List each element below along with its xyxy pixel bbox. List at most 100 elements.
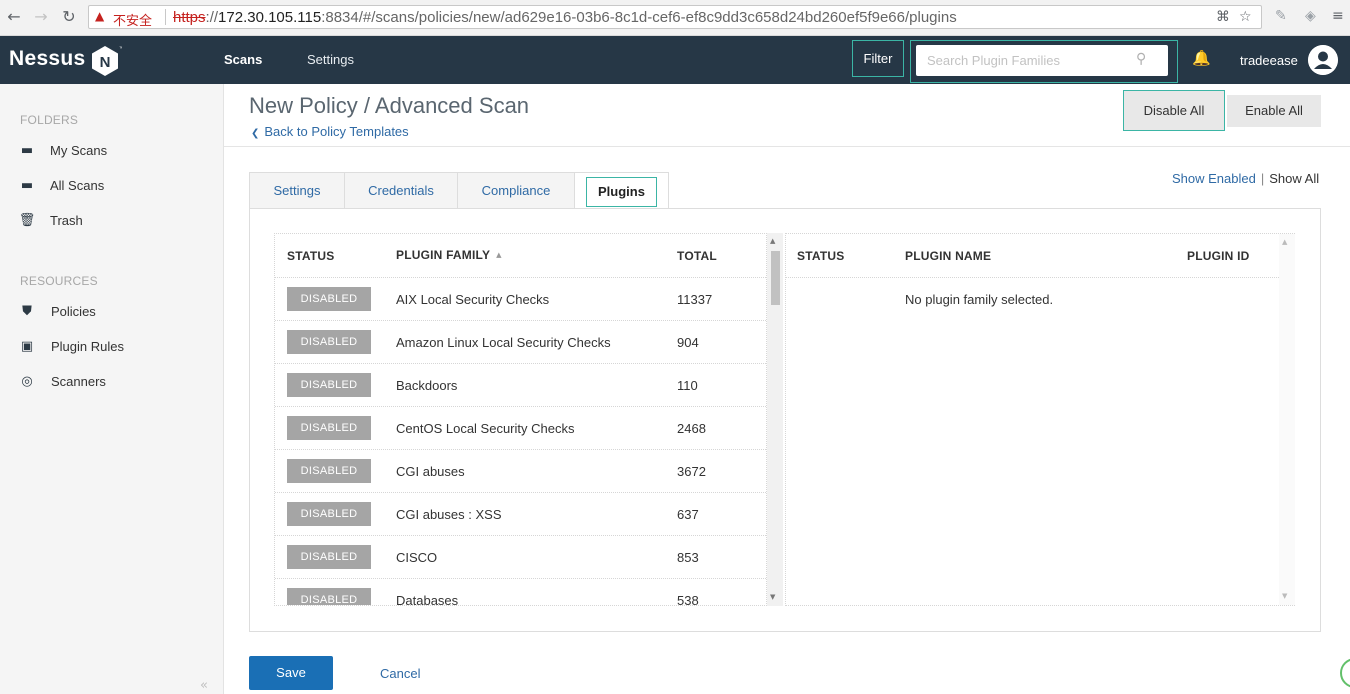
table-row[interactable]: DISABLED CISCO 853 <box>275 535 766 578</box>
sidebar-item-plugin-rules[interactable]: ▣ Plugin Rules <box>0 332 224 362</box>
nessus-logo-text: Nessus <box>9 47 86 70</box>
reload-icon[interactable]: ↻ <box>59 7 79 27</box>
translate-icon[interactable]: ⌘ <box>1216 9 1230 25</box>
family-total: 538 <box>677 593 699 606</box>
tab-plugins[interactable]: Plugins <box>574 172 669 210</box>
cancel-link[interactable]: Cancel <box>380 666 420 681</box>
family-total: 110 <box>677 378 698 393</box>
filter-button[interactable]: Filter <box>852 40 904 77</box>
url-text: https://172.30.105.115:8834/#/scans/poli… <box>173 9 957 26</box>
forward-arrow-icon[interactable]: → <box>31 7 51 27</box>
insecure-label: 不安全 <box>113 13 153 28</box>
status-badge[interactable]: DISABLED <box>287 459 371 483</box>
family-total: 11337 <box>677 292 713 307</box>
tab-settings[interactable]: Settings <box>249 172 345 209</box>
sidebar-item-all-scans[interactable]: ▬ All Scans <box>0 171 224 201</box>
plugin-rules-icon: ▣ <box>20 339 34 354</box>
column-header-plugin-id[interactable]: PLUGIN ID <box>1187 249 1249 263</box>
username[interactable]: tradeease <box>1240 53 1298 68</box>
table-row[interactable]: DISABLED Databases 538 <box>275 578 766 606</box>
svg-text:™: ™ <box>119 46 122 52</box>
browser-toolbar: ← → ↻ ▲ 不安全 https://172.30.105.115:8834/… <box>0 0 1350 36</box>
save-button[interactable]: Save <box>249 656 333 690</box>
page-title: New Policy / Advanced Scan <box>249 93 530 118</box>
family-name: Databases <box>396 593 459 606</box>
nav-scans[interactable]: Scans <box>224 52 262 67</box>
table-row[interactable]: DISABLED CGI abuses : XSS 637 <box>275 492 766 535</box>
show-enabled-link[interactable]: Show Enabled <box>1172 171 1256 186</box>
nessus-logo-icon: N ™ <box>92 46 122 76</box>
table-row[interactable]: DISABLED Amazon Linux Local Security Che… <box>275 320 766 363</box>
plugins-table: STATUS PLUGIN NAME PLUGIN ID No plugin f… <box>785 233 1295 606</box>
address-separator <box>165 9 166 25</box>
sidebar-item-my-scans[interactable]: ▬ My Scans <box>0 136 224 166</box>
policy-shield-icon: ⛊ <box>22 304 32 319</box>
status-badge[interactable]: DISABLED <box>287 330 371 354</box>
table-row[interactable]: DISABLED CentOS Local Security Checks 24… <box>275 406 766 449</box>
scroll-up-icon[interactable]: ▲ <box>1282 238 1287 246</box>
family-name: Backdoors <box>396 378 458 393</box>
user-avatar-icon[interactable] <box>1308 45 1338 75</box>
bookmark-star-icon[interactable]: ☆ <box>1239 9 1252 25</box>
status-badge[interactable]: DISABLED <box>287 502 371 526</box>
menu-icon[interactable]: ≡ <box>1332 8 1344 24</box>
folder-icon: ▬ <box>20 143 34 158</box>
scroll-down-icon[interactable]: ▼ <box>1282 592 1287 600</box>
show-filter-links: Show Enabled | Show All <box>1172 171 1320 186</box>
back-arrow-icon[interactable]: ← <box>4 7 24 27</box>
column-header-plugin-family[interactable]: PLUGIN FAMILY ▲ <box>396 248 502 262</box>
chevron-left-icon: ❮ <box>251 128 260 139</box>
sidebar-item-trash[interactable]: 🗑 Trash <box>0 206 224 236</box>
tab-compliance[interactable]: Compliance <box>457 172 575 209</box>
family-name: CentOS Local Security Checks <box>396 421 575 436</box>
family-total: 3672 <box>677 464 706 479</box>
notification-bell-icon[interactable]: 🔔 <box>1192 49 1211 67</box>
folder-icon: ▬ <box>20 178 34 193</box>
scroll-up-icon[interactable]: ▲ <box>770 237 775 245</box>
disable-all-button[interactable]: Disable All <box>1123 90 1225 131</box>
svg-text:N: N <box>100 54 111 71</box>
collapse-sidebar-icon[interactable]: « <box>200 678 208 693</box>
shield-extension-icon[interactable]: ◈ <box>1305 8 1316 24</box>
plugin-families-table: STATUS PLUGIN FAMILY ▲ TOTAL DISABLED AIX… <box>274 233 767 606</box>
column-header-status[interactable]: STATUS <box>287 249 334 263</box>
column-header-status[interactable]: STATUS <box>797 249 844 263</box>
show-all-link[interactable]: Show All <box>1269 171 1319 186</box>
trash-icon: 🗑 <box>18 213 36 228</box>
column-header-plugin-name[interactable]: PLUGIN NAME <box>905 249 991 263</box>
table-row[interactable]: DISABLED AIX Local Security Checks 11337 <box>275 277 766 320</box>
floating-status-icon[interactable] <box>1340 658 1350 688</box>
plugins-scrollbar[interactable]: ▲ ▼ <box>1279 234 1295 605</box>
search-plugin-families-input[interactable] <box>916 45 1168 76</box>
tab-credentials[interactable]: Credentials <box>344 172 458 209</box>
extension-icon[interactable]: ✎ <box>1275 8 1287 24</box>
sidebar-item-policies[interactable]: ⛊ Policies <box>0 297 224 327</box>
nav-settings[interactable]: Settings <box>307 52 354 67</box>
table-row[interactable]: DISABLED Backdoors 110 <box>275 363 766 406</box>
sidebar: FOLDERS ▬ My Scans ▬ All Scans 🗑 Trash R… <box>0 84 224 694</box>
status-badge[interactable]: DISABLED <box>287 416 371 440</box>
sidebar-item-scanners[interactable]: ◎ Scanners <box>0 367 224 397</box>
status-badge[interactable]: DISABLED <box>287 545 371 569</box>
back-to-policy-templates-link[interactable]: ❮ Back to Policy Templates <box>251 124 409 139</box>
family-name: CGI abuses <box>396 464 465 479</box>
empty-state-message: No plugin family selected. <box>905 292 1054 307</box>
family-total: 853 <box>677 550 699 565</box>
scrollbar-thumb[interactable] <box>771 251 780 305</box>
search-box: ⚲ <box>910 40 1178 83</box>
families-scrollbar[interactable]: ▲ ▼ <box>767 233 783 606</box>
status-badge[interactable]: DISABLED <box>287 287 371 311</box>
search-icon[interactable]: ⚲ <box>1136 51 1146 67</box>
status-badge[interactable]: DISABLED <box>287 588 371 605</box>
scroll-down-icon[interactable]: ▼ <box>770 593 775 601</box>
family-total: 637 <box>677 507 699 522</box>
enable-all-button[interactable]: Enable All <box>1227 95 1321 127</box>
folders-heading: FOLDERS <box>20 113 79 127</box>
family-total: 904 <box>677 335 699 350</box>
status-badge[interactable]: DISABLED <box>287 373 371 397</box>
column-header-total[interactable]: TOTAL <box>677 249 717 263</box>
address-bar[interactable]: ▲ 不安全 https://172.30.105.115:8834/#/scan… <box>88 5 1262 29</box>
warning-icon: ▲ <box>95 9 105 23</box>
table-row[interactable]: DISABLED CGI abuses 3672 <box>275 449 766 492</box>
family-name: CGI abuses : XSS <box>396 507 502 522</box>
